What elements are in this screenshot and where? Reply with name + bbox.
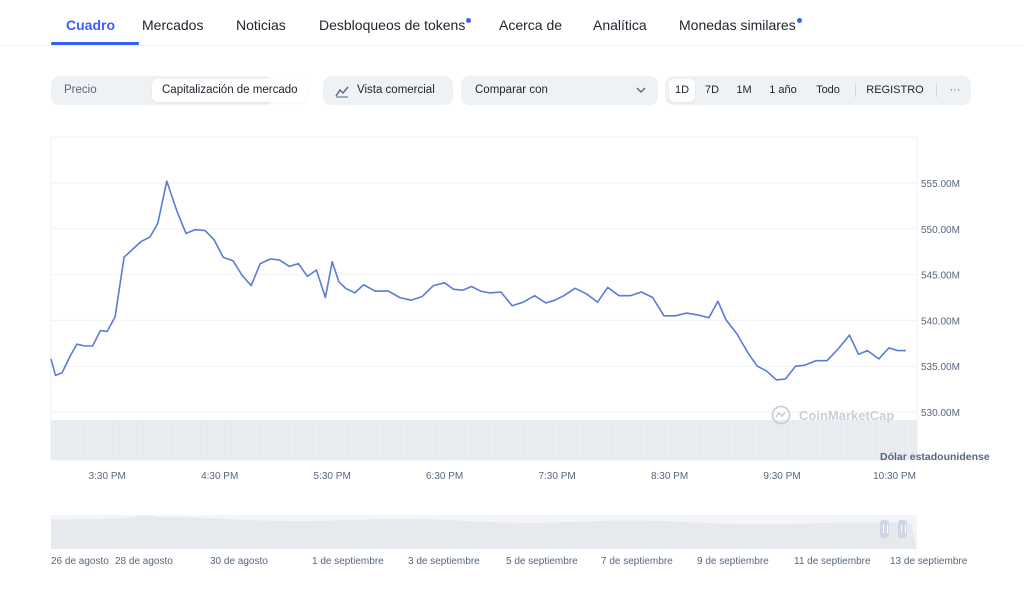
volume-band — [50, 420, 917, 460]
x-tick-label: 5:30 PM — [314, 471, 351, 482]
x-tick-label: 9:30 PM — [763, 471, 800, 482]
x-tick-label: 4:30 PM — [201, 471, 238, 482]
y-tick-label: 535.00M — [921, 362, 960, 373]
y-tick-label: 555.00M — [921, 179, 960, 190]
navigator-left-handle[interactable] — [880, 520, 889, 538]
y-axis: 555.00M 550.00M 545.00M 540.00M 535.00M 530.0… — [921, 179, 960, 419]
navigator-date-label: 13 de septiembre — [890, 556, 968, 567]
navigator-date-label: 30 de agosto — [210, 556, 268, 567]
navigator-date-label: 3 de septiembre — [408, 556, 480, 567]
y-tick-label: 530.00M — [921, 408, 960, 419]
navigator-right-handle[interactable] — [898, 520, 907, 538]
market-cap-line — [50, 180, 906, 381]
x-axis: 3:30 PM 4:30 PM 5:30 PM 6:30 PM 7:30 PM 8:30 … — [89, 471, 916, 482]
coinmarketcap-watermark: CoinMarketCap — [771, 405, 894, 425]
x-tick-label: 7:30 PM — [538, 471, 575, 482]
x-tick-label: 10:30 PM — [873, 471, 916, 482]
y-tick-label: 540.00M — [921, 316, 960, 327]
x-tick-label: 3:30 PM — [89, 471, 126, 482]
range-navigator[interactable] — [51, 515, 917, 549]
navigator-date-label: 11 de septiembre — [794, 556, 871, 567]
currency-label: Dólar estadounidense — [880, 451, 990, 463]
market-cap-chart[interactable]: 555.00M 550.00M 545.00M 540.00M 535.00M 530.0… — [0, 0, 1024, 590]
x-tick-label: 8:30 PM — [651, 471, 688, 482]
navigator-date-label: 5 de septiembre — [506, 556, 578, 567]
navigator-date-label: 26 de agosto — [51, 556, 109, 567]
y-tick-label: 550.00M — [921, 225, 960, 236]
y-tick-label: 545.00M — [921, 271, 960, 282]
watermark-text: CoinMarketCap — [799, 408, 895, 423]
navigator-date-label: 1 de septiembre — [312, 556, 384, 567]
navigator-date-label: 7 de septiembre — [601, 556, 673, 567]
navigator-date-label: 9 de septiembre — [697, 556, 769, 567]
x-tick-label: 6:30 PM — [426, 471, 463, 482]
coinmarketcap-logo-icon — [771, 405, 791, 425]
navigator-date-label: 28 de agosto — [115, 556, 173, 567]
